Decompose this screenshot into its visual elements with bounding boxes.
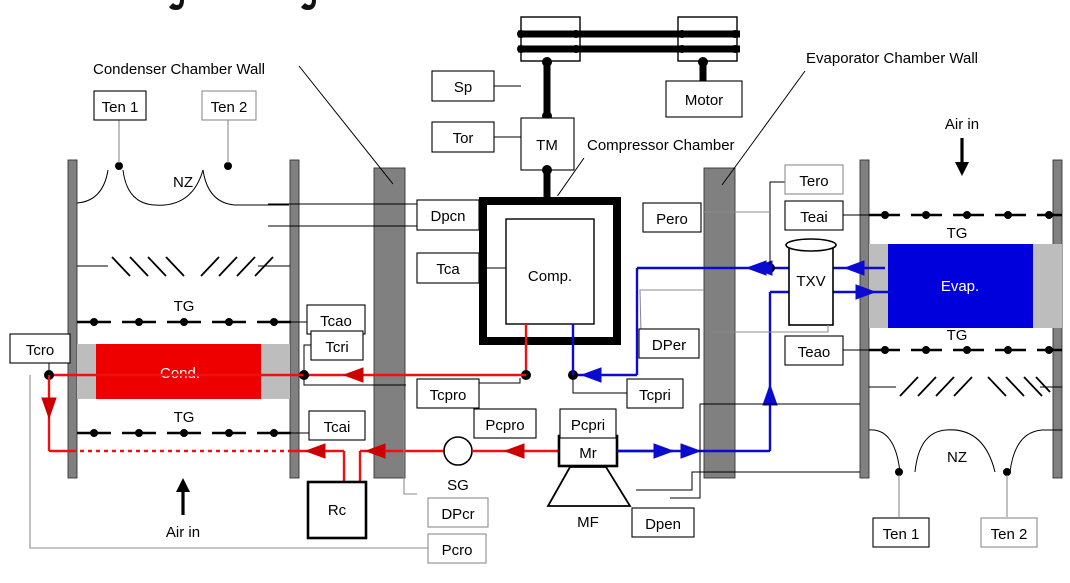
tg-grid-evaporator-bottom: TG	[869, 327, 1062, 354]
mf-label: MF	[577, 514, 599, 531]
ten1-right-probe-dot	[895, 468, 903, 476]
air-in-right-label: Air in	[945, 116, 979, 133]
motor-box: Motor	[665, 80, 743, 118]
dpcn-label: Dpcn	[430, 208, 465, 225]
flow-straightener-right	[869, 376, 1062, 397]
evaporator-inner-wall-left	[859, 159, 870, 479]
sensor-dpen[interactable]: Dpen	[631, 403, 860, 538]
teao-label: Teao	[798, 344, 831, 361]
tor-label: Tor	[453, 130, 474, 147]
condenser-chamber-wall-text: Condenser Chamber Wall	[93, 61, 265, 78]
teai-label: Teai	[800, 209, 828, 226]
tg-evap-top-label: TG	[947, 225, 968, 242]
air-in-left-label: Air in	[166, 524, 200, 541]
nz-left-label: NZ	[173, 174, 193, 191]
tcpri-label: Tcpri	[639, 387, 671, 404]
compressor-chamber-text: Compressor Chamber	[587, 137, 735, 154]
sensor-tor[interactable]: Tor	[431, 121, 521, 153]
tg-evap-bottom-label: TG	[947, 327, 968, 344]
sensor-dpcn[interactable]: Dpcn	[268, 199, 480, 231]
evaporator-chamber-wall-text: Evaporator Chamber Wall	[806, 50, 978, 67]
sensor-tcpro[interactable]: Tcpro	[303, 378, 521, 409]
tcpro-label: Tcpro	[430, 387, 467, 404]
sensor-tcao[interactable]: Tcao	[291, 304, 366, 335]
pcpro-label: Pcpro	[485, 417, 524, 434]
condenser-outer-wall-left	[67, 159, 78, 479]
tg-grid-evaporator-top: TG	[869, 211, 1062, 242]
ten2-right-probe-dot	[1003, 468, 1011, 476]
sensor-tcpri[interactable]: Tcpri	[572, 378, 684, 409]
sensor-ten2-right[interactable]: Ten 2	[980, 517, 1038, 548]
tcri-label: Tcri	[325, 339, 348, 356]
pcro-label: Pcro	[442, 542, 473, 559]
txv-label: TXV	[796, 273, 825, 290]
tero-label: Tero	[799, 173, 828, 190]
pulley-right	[677, 16, 738, 62]
txv-cap	[785, 238, 837, 252]
motor-label: Motor	[685, 92, 723, 109]
sensor-pcpro[interactable]: Pcpro	[473, 408, 537, 439]
condenser-chamber-wall	[373, 167, 406, 479]
sensor-tero[interactable]: Tero	[784, 164, 844, 195]
refrigeration-system-diagram: NZ TG Cond. TG Air in Air in TG Evap. TG…	[0, 0, 1070, 583]
flow-straightener-left	[77, 256, 290, 277]
sensor-tcai[interactable]: Tcai	[291, 410, 366, 441]
pcpri-label: Pcpri	[571, 417, 605, 434]
sg-label: SG	[447, 477, 469, 494]
air-in-left: Air in	[166, 478, 200, 541]
diagram-canvas: NZ TG Cond. TG Air in Air in TG Evap. TG…	[9, 0, 1063, 564]
sensor-ten1-left[interactable]: Ten 1	[93, 90, 147, 121]
tcro-label: Tcro	[26, 342, 54, 359]
tca-label: Tca	[436, 261, 460, 278]
cut-title-descenders	[169, 0, 316, 10]
tg-cond-top-label: TG	[174, 298, 195, 315]
ten1-left-probe-dot	[115, 162, 123, 170]
tg-grid-condenser-top: TG	[77, 298, 291, 326]
rc-label: Rc	[328, 502, 347, 519]
ten1-right-label: Ten 1	[883, 526, 920, 543]
ten2-left-label: Ten 2	[211, 99, 248, 116]
tg-grid-condenser-bottom: TG	[77, 409, 291, 437]
ten2-left-probe-dot	[224, 162, 232, 170]
ten2-right-label: Ten 2	[991, 526, 1028, 543]
dper-label: DPer	[652, 337, 686, 354]
pulley-left	[520, 16, 581, 62]
tcao-label: Tcao	[320, 313, 352, 330]
txv-valve: TXV	[785, 238, 837, 326]
sensor-ten2-left[interactable]: Ten 2	[201, 90, 257, 121]
tcai-label: Tcai	[324, 419, 351, 436]
receiver-rc: Rc	[306, 480, 368, 540]
sensor-teai[interactable]: Teai	[784, 200, 869, 231]
sensor-sp[interactable]: Sp	[431, 70, 521, 102]
nz-right-label: NZ	[947, 449, 967, 466]
dpen-label: Dpen	[645, 516, 681, 533]
torque-meter-box: TM	[520, 117, 575, 171]
sensor-teao[interactable]: Teao	[784, 335, 869, 366]
tero-leader	[769, 181, 786, 265]
pero-label: Pero	[656, 211, 688, 228]
tm-label: TM	[536, 137, 558, 154]
sensor-dper[interactable]: DPer	[638, 289, 704, 359]
sensor-tcro[interactable]: Tcro	[9, 333, 71, 372]
air-in-right: Air in	[945, 116, 979, 176]
evaporator-label: Evap.	[941, 278, 979, 295]
mr-label: Mr	[579, 445, 597, 462]
condenser-inner-wall-right	[289, 159, 300, 479]
sensor-ten1-right[interactable]: Ten 1	[872, 517, 930, 548]
condenser-label: Cond.	[160, 365, 200, 382]
sight-glass	[443, 436, 473, 466]
sensor-pcpri[interactable]: Pcpri	[559, 408, 617, 439]
drive-shaft-upper	[542, 57, 552, 121]
annotation-condenser-chamber-wall: Condenser Chamber Wall	[93, 61, 394, 185]
mf-funnel	[546, 466, 632, 507]
dpcr-label: DPcr	[441, 506, 474, 523]
compressor-label: Comp.	[528, 268, 572, 285]
evaporator-chamber-wall	[703, 167, 736, 479]
ten1-left-label: Ten 1	[102, 99, 139, 116]
tg-cond-bottom-label: TG	[174, 409, 195, 426]
sp-label: Sp	[454, 79, 472, 96]
annotation-evaporator-chamber-wall: Evaporator Chamber Wall	[721, 50, 978, 186]
